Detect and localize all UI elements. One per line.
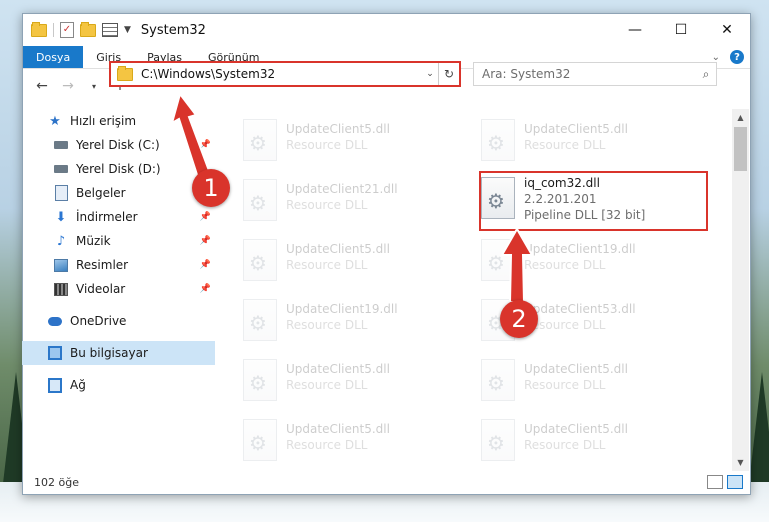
sidebar-item-label: Yerel Disk (C:) <box>76 138 160 152</box>
dll-file-icon <box>243 119 277 161</box>
navigation-pane: ★ Hızlı erişim Yerel Disk (C:) 📌 Yerel D… <box>22 109 215 469</box>
dll-file-icon <box>481 359 515 401</box>
sidebar-item-label: OneDrive <box>70 314 127 328</box>
window-body: ★ Hızlı erişim Yerel Disk (C:) 📌 Yerel D… <box>22 13 749 493</box>
file-tile[interactable]: UpdateClient5.dll Resource DLL <box>243 417 473 467</box>
file-description: Resource DLL <box>524 318 606 332</box>
item-count: 102 öğe <box>34 475 79 489</box>
star-icon: ★ <box>49 113 61 129</box>
file-tile[interactable]: UpdateClient5.dll Resource DLL <box>481 117 711 167</box>
dll-file-icon <box>481 239 515 281</box>
scroll-down-button[interactable]: ▼ <box>732 454 749 471</box>
view-toggle <box>707 475 749 489</box>
download-icon: ⬇ <box>55 209 67 225</box>
pin-icon: 📌 <box>199 212 211 222</box>
sidebar-item-this-pc[interactable]: Bu bilgisayar <box>22 341 215 365</box>
file-description: Resource DLL <box>286 318 368 332</box>
dll-file-icon <box>243 419 277 461</box>
file-name: UpdateClient5.dll <box>286 242 390 256</box>
file-description: Resource DLL <box>286 258 368 272</box>
videos-icon <box>54 282 68 296</box>
file-tile[interactable]: UpdateClient5.dll Resource DLL <box>243 237 473 287</box>
file-name: UpdateClient53.dll <box>524 302 636 316</box>
sidebar-item-label: Videolar <box>76 282 126 296</box>
disk-icon <box>54 141 68 149</box>
sidebar-item-label: Resimler <box>76 258 129 272</box>
sidebar-item-pictures[interactable]: Resimler 📌 <box>22 253 215 277</box>
dll-file-icon <box>243 299 277 341</box>
sidebar-item-quick-access[interactable]: ★ Hızlı erişim <box>22 109 215 133</box>
background-tree <box>748 372 769 492</box>
vertical-scrollbar[interactable]: ▲ ▼ <box>732 109 749 471</box>
file-tile[interactable]: UpdateClient19.dll Resource DLL <box>481 237 711 287</box>
file-name: UpdateClient5.dll <box>524 422 628 436</box>
file-tile[interactable]: UpdateClient5.dll Resource DLL <box>481 357 711 407</box>
details-view-button[interactable] <box>707 475 723 489</box>
sidebar-item-music[interactable]: ♪ Müzik 📌 <box>22 229 215 253</box>
scroll-up-button[interactable]: ▲ <box>732 109 749 126</box>
sidebar-item-label: Hızlı erişim <box>70 114 137 128</box>
scroll-thumb[interactable] <box>734 127 747 171</box>
computer-icon <box>48 346 62 360</box>
sidebar-item-label: Belgeler <box>76 186 126 200</box>
file-description: Resource DLL <box>524 258 606 272</box>
file-description: Resource DLL <box>524 438 606 452</box>
dll-file-icon <box>481 419 515 461</box>
file-name: UpdateClient5.dll <box>524 362 628 376</box>
file-name: UpdateClient5.dll <box>286 362 390 376</box>
sidebar-item-local-disk-d[interactable]: Yerel Disk (D:) <box>22 157 215 181</box>
file-tile[interactable]: UpdateClient5.dll Resource DLL <box>481 417 711 467</box>
file-name: UpdateClient19.dll <box>524 242 636 256</box>
file-description: Resource DLL <box>286 438 368 452</box>
file-name: UpdateClient19.dll <box>286 302 398 316</box>
music-icon: ♪ <box>56 233 66 249</box>
file-tile[interactable]: UpdateClient21.dll Resource DLL <box>243 177 473 227</box>
status-bar: 102 öğe <box>22 471 749 493</box>
pin-icon: 📌 <box>199 236 211 246</box>
sidebar-item-documents[interactable]: Belgeler <box>22 181 215 205</box>
file-tile[interactable]: UpdateClient5.dll Resource DLL <box>243 117 473 167</box>
highlight-box <box>479 171 708 231</box>
dll-file-icon <box>481 119 515 161</box>
sidebar-item-onedrive[interactable]: OneDrive <box>22 309 215 333</box>
disk-icon <box>54 165 68 173</box>
sidebar-item-videos[interactable]: Videolar 📌 <box>22 277 215 301</box>
file-list: UpdateClient5.dll Resource DLL UpdateClie… <box>227 109 732 469</box>
sidebar-item-network[interactable]: Ağ <box>22 373 215 397</box>
file-tile[interactable]: UpdateClient19.dll Resource DLL <box>243 297 473 347</box>
network-icon <box>48 377 62 393</box>
pin-icon: 📌 <box>199 284 211 294</box>
pin-icon: 📌 <box>199 260 211 270</box>
dll-file-icon <box>243 359 277 401</box>
dll-file-icon <box>243 179 277 221</box>
sidebar-item-label: Yerel Disk (D:) <box>76 162 161 176</box>
pictures-icon <box>54 258 68 272</box>
step-marker-2: 2 <box>500 300 538 338</box>
file-name: UpdateClient21.dll <box>286 182 398 196</box>
dll-file-icon <box>243 239 277 281</box>
documents-icon <box>54 185 68 201</box>
sidebar-item-label: Bu bilgisayar <box>70 346 148 360</box>
file-tile[interactable]: UpdateClient5.dll Resource DLL <box>243 357 473 407</box>
tiles-view-button[interactable] <box>727 475 743 489</box>
file-name: UpdateClient5.dll <box>524 122 628 136</box>
file-description: Resource DLL <box>286 198 368 212</box>
sidebar-item-label: İndirmeler <box>76 210 138 224</box>
sidebar-item-label: Ağ <box>70 378 86 392</box>
sidebar-item-local-disk-c[interactable]: Yerel Disk (C:) 📌 <box>22 133 215 157</box>
file-description: Resource DLL <box>524 138 606 152</box>
cloud-icon <box>48 316 62 326</box>
sidebar-item-label: Müzik <box>76 234 111 248</box>
pin-icon: 📌 <box>199 140 211 150</box>
file-description: Resource DLL <box>286 378 368 392</box>
file-name: UpdateClient5.dll <box>286 422 390 436</box>
file-description: Resource DLL <box>524 378 606 392</box>
step-marker-1: 1 <box>192 169 230 207</box>
sidebar-item-downloads[interactable]: ⬇ İndirmeler 📌 <box>22 205 215 229</box>
file-name: UpdateClient5.dll <box>286 122 390 136</box>
file-description: Resource DLL <box>286 138 368 152</box>
